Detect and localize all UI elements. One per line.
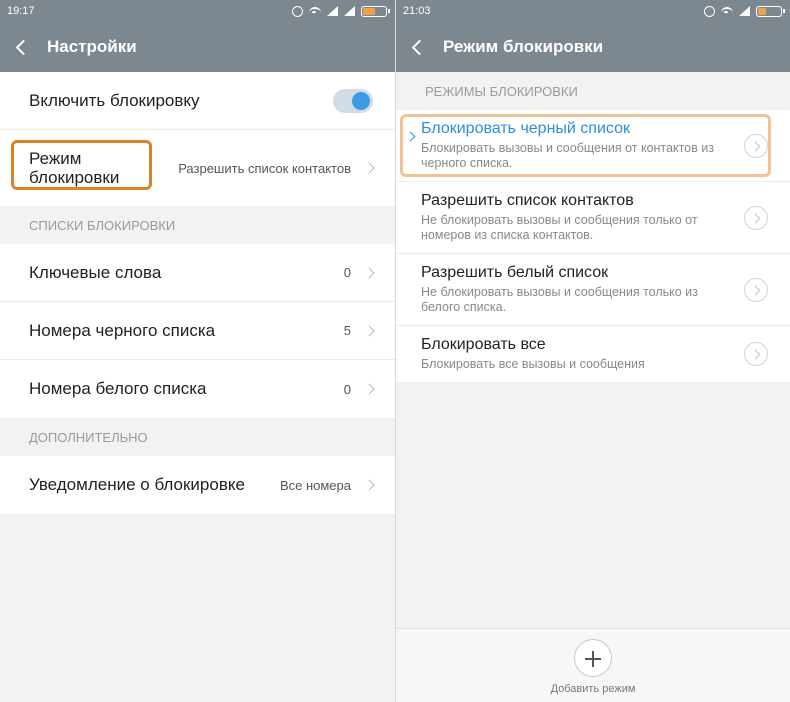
status-icons <box>292 5 390 17</box>
wifi-icon <box>721 6 733 16</box>
blacklist-numbers-label: Номера черного списка <box>29 320 216 340</box>
add-mode-label: Добавить режим <box>550 683 636 695</box>
mode-item-contacts[interactable]: Разрешить список контактов Не блокироват… <box>396 182 790 254</box>
chevron-circle-icon[interactable] <box>744 277 768 302</box>
status-bar: 19:17 <box>0 0 395 22</box>
chevron-circle-icon[interactable] <box>744 133 768 158</box>
enable-blocking-label: Включить блокировку <box>29 90 200 110</box>
keywords-row[interactable]: Ключевые слова 0 <box>0 244 395 302</box>
main-settings-card: Включить блокировку Режим блокировки Раз… <box>0 72 395 206</box>
mode-description: Не блокировать вызовы и сообщения только… <box>421 213 698 242</box>
whitelist-numbers-label: Номера белого списка <box>29 379 207 398</box>
page-title: Настройки <box>47 37 137 56</box>
status-bar: 21:03 <box>396 0 790 22</box>
modes-list: Блокировать черный список Блокировать вы… <box>396 110 790 383</box>
mode-description: Блокировать вызовы и сообщения от контак… <box>421 141 714 170</box>
highlight-frame <box>11 140 152 190</box>
enable-blocking-toggle[interactable] <box>333 88 373 113</box>
blocking-mode-row[interactable]: Режим блокировки Разрешить список контак… <box>0 130 395 206</box>
battery-icon <box>756 5 785 17</box>
title-bar: Режим блокировки <box>396 22 790 72</box>
chevron-right-icon <box>363 324 375 337</box>
bottom-bar: Добавить режим <box>396 628 790 702</box>
back-icon[interactable] <box>15 39 32 55</box>
status-time: 19:17 <box>7 5 35 17</box>
blocking-mode-value: Разрешить список контактов <box>178 160 351 176</box>
chevron-right-icon <box>363 266 375 279</box>
status-icons <box>704 5 785 17</box>
mode-description: Не блокировать вызовы и сообщения только… <box>421 285 698 314</box>
mode-description: Блокировать все вызовы и сообщения <box>421 357 645 371</box>
enable-blocking-row[interactable]: Включить блокировку <box>0 72 395 130</box>
mode-item-whitelist[interactable]: Разрешить белый список Не блокировать вы… <box>396 254 790 326</box>
signal-icon <box>739 6 750 16</box>
blocking-mode-screen: 21:03 Режим блокировки РЕЖИМЫ БЛОКИРОВКИ… <box>395 0 790 702</box>
blacklist-numbers-count: 5 <box>343 323 351 338</box>
lists-section-title: СПИСКИ БЛОКИРОВКИ <box>29 217 176 233</box>
mode-title: Разрешить белый список <box>421 264 609 281</box>
signal-icon <box>344 6 355 16</box>
mode-item-block-all[interactable]: Блокировать все Блокировать все вызовы и… <box>396 326 790 383</box>
chevron-right-icon <box>363 479 375 491</box>
whitelist-numbers-row[interactable]: Номера белого списка 0 <box>0 360 395 418</box>
extra-section-title: ДОПОЛНИТЕЛЬНО <box>29 429 148 445</box>
keywords-count: 0 <box>343 265 351 280</box>
block-notification-value: Все номера <box>279 477 351 493</box>
battery-icon <box>361 5 390 17</box>
settings-screen: 19:17 Настройки Включить блокировку Режи… <box>0 0 395 702</box>
extra-card: Уведомление о блокировке Все номера <box>0 456 395 514</box>
chevron-right-icon <box>363 383 375 395</box>
modes-section-title: РЕЖИМЫ БЛОКИРОВКИ <box>425 83 578 99</box>
lists-card: Ключевые слова 0 Номера черного списка 5… <box>0 244 395 418</box>
blacklist-numbers-row[interactable]: Номера черного списка 5 <box>0 302 395 360</box>
mode-title: Разрешить список контактов <box>421 192 634 209</box>
mode-title: Блокировать все <box>421 336 546 353</box>
add-mode-button[interactable] <box>574 639 612 677</box>
back-icon[interactable] <box>411 39 428 55</box>
alarm-icon <box>292 5 303 17</box>
selected-chevron-icon <box>405 131 416 142</box>
chevron-right-icon <box>363 162 375 174</box>
status-time: 21:03 <box>403 5 431 17</box>
toggle-knob <box>352 91 370 110</box>
page-title: Режим блокировки <box>443 37 604 56</box>
chevron-circle-icon[interactable] <box>744 342 768 366</box>
plus-icon <box>585 652 601 665</box>
block-notification-row[interactable]: Уведомление о блокировке Все номера <box>0 456 395 514</box>
chevron-circle-icon[interactable] <box>744 205 768 230</box>
signal-icon <box>327 6 338 16</box>
block-notification-label: Уведомление о блокировке <box>29 475 245 494</box>
whitelist-numbers-count: 0 <box>343 381 351 397</box>
alarm-icon <box>704 5 715 17</box>
mode-title: Блокировать черный список <box>421 120 630 137</box>
title-bar: Настройки <box>0 22 395 72</box>
keywords-label: Ключевые слова <box>29 262 162 282</box>
wifi-icon <box>309 6 321 16</box>
mode-item-blacklist[interactable]: Блокировать черный список Блокировать вы… <box>396 110 790 182</box>
